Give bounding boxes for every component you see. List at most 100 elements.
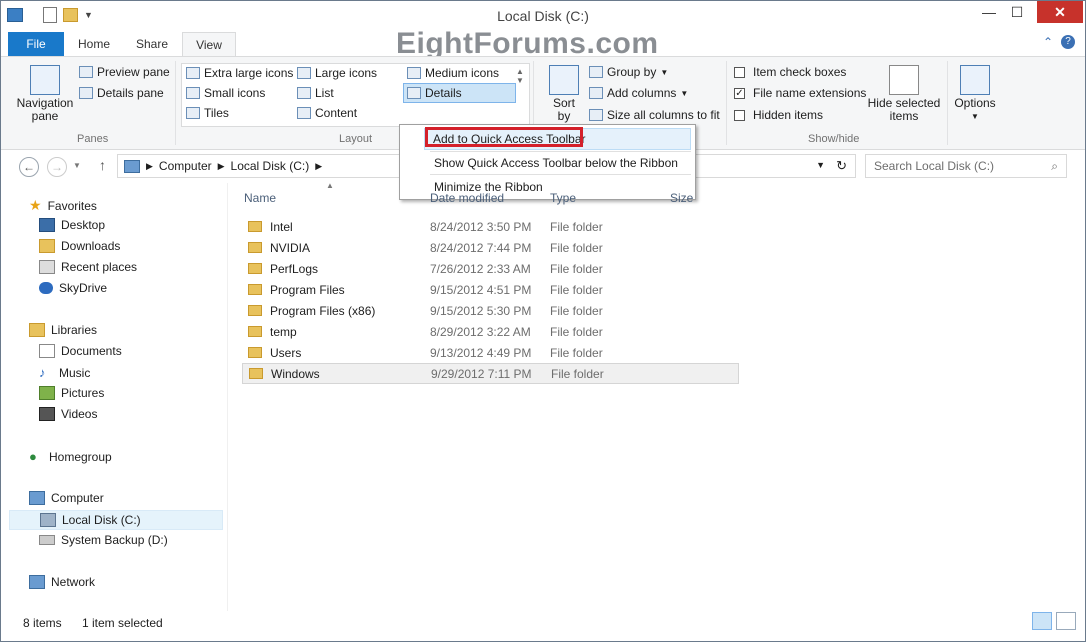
item-count: 8 items (23, 616, 62, 630)
layout-item-label: Tiles (204, 106, 229, 120)
nav-favorites[interactable]: ★ Favorites (29, 197, 97, 214)
layout-extra-large-icons[interactable]: Extra large icons (186, 66, 293, 80)
size-columns-button[interactable]: Size all columns to fit (589, 108, 720, 122)
add-columns-button[interactable]: Add columns ▼ (589, 86, 688, 100)
file-date: 9/13/2012 4:49 PM (430, 345, 532, 360)
nav-network[interactable]: Network (29, 575, 95, 589)
file-row[interactable]: NVIDIA 8/24/2012 7:44 PM File folder (242, 237, 739, 258)
nav-computer[interactable]: Computer (29, 491, 104, 505)
file-name: temp (270, 324, 297, 339)
nav-local-disk[interactable]: Local Disk (C:) (9, 510, 223, 530)
recent-locations-icon[interactable]: ▼ (73, 161, 81, 170)
nav-music[interactable]: ♪ Music (39, 365, 90, 380)
minimize-button[interactable]: — (975, 1, 1003, 23)
file-row[interactable]: PerfLogs 7/26/2012 2:33 AM File folder (242, 258, 739, 279)
column-header-date[interactable]: Date modified (430, 191, 504, 205)
maximize-button[interactable]: ☐ (1003, 1, 1031, 23)
column-header-name[interactable]: Name (244, 191, 276, 205)
computer-icon (29, 491, 45, 505)
layout-content[interactable]: Content (297, 106, 357, 120)
large-icons-view-button[interactable] (1056, 612, 1076, 630)
close-button[interactable]: ✕ (1037, 1, 1083, 23)
address-dropdown-icon[interactable]: ▼ (816, 160, 825, 170)
ribbon-collapse-icon[interactable]: ⌃ (1043, 35, 1053, 49)
pane-divider[interactable] (227, 183, 228, 611)
breadcrumb-computer[interactable]: Computer (159, 159, 212, 173)
help-icon[interactable]: ? (1061, 35, 1075, 49)
add-columns-icon (589, 87, 603, 99)
file-row[interactable]: Intel 8/24/2012 3:50 PM File folder (242, 216, 739, 237)
file-name-extensions-label: File name extensions (753, 86, 867, 100)
navigation-pane-label: Navigation pane (16, 96, 74, 123)
breadcrumb-separator-icon: ▶ (217, 160, 225, 171)
layout-scroll-icon[interactable]: ▲ ▼ (516, 67, 524, 85)
item-check-boxes-toggle[interactable]: Item check boxes (734, 65, 846, 79)
extra-large-icons-icon (186, 67, 200, 79)
file-type: File folder (550, 345, 603, 360)
file-row[interactable]: Program Files (x86) 9/15/2012 5:30 PM File… (242, 300, 739, 321)
layout-list[interactable]: List (297, 86, 334, 100)
details-pane-button[interactable]: Details pane (79, 86, 164, 100)
menu-separator (430, 151, 691, 152)
preview-pane-button[interactable]: Preview pane (79, 65, 170, 79)
layout-small-icons[interactable]: Small icons (186, 86, 265, 100)
forward-button[interactable]: → (47, 157, 67, 177)
file-date: 9/15/2012 5:30 PM (430, 303, 532, 318)
nav-downloads[interactable]: Downloads (39, 239, 120, 253)
group-by-button[interactable]: Group by ▼ (589, 65, 668, 79)
back-button[interactable]: ← (19, 157, 39, 177)
column-header-type[interactable]: Type (550, 191, 576, 205)
nav-documents[interactable]: Documents (39, 344, 122, 358)
nav-homegroup[interactable]: ● Homegroup (29, 449, 112, 464)
folder-icon (248, 263, 262, 274)
options-icon (960, 65, 990, 95)
layout-large-icons[interactable]: Large icons (297, 66, 377, 80)
refresh-icon[interactable]: ↻ (836, 158, 847, 174)
nav-libraries[interactable]: Libraries (29, 323, 97, 337)
nav-videos[interactable]: Videos (39, 407, 97, 421)
details-view-button[interactable] (1032, 612, 1052, 630)
tab-share[interactable]: Share (125, 32, 179, 56)
sort-icon (549, 65, 579, 95)
file-row[interactable]: Users 9/13/2012 4:49 PM File folder (242, 342, 739, 363)
folder-icon (248, 242, 262, 253)
up-button[interactable]: ↑ (99, 157, 106, 173)
file-row-selected[interactable]: Windows 9/29/2012 7:11 PM File folder (242, 363, 739, 384)
layout-details[interactable]: Details (403, 83, 516, 103)
menu-item-show-qat-below[interactable]: Show Quick Access Toolbar below the Ribb… (434, 156, 678, 170)
nav-desktop[interactable]: Desktop (39, 218, 105, 232)
documents-icon (39, 344, 55, 358)
tab-file[interactable]: File (8, 32, 64, 56)
layout-medium-icons[interactable]: Medium icons (407, 66, 499, 80)
content-icon (297, 107, 311, 119)
nav-recent-places[interactable]: Recent places (39, 260, 137, 274)
nav-label: Favorites (47, 198, 97, 213)
nav-label: Pictures (61, 386, 105, 400)
nav-label: System Backup (D:) (61, 533, 168, 547)
tab-view[interactable]: View (182, 32, 236, 57)
navigation-pane-button[interactable]: Navigation pane (15, 65, 75, 123)
breadcrumb-local-disk[interactable]: Local Disk (C:) (231, 159, 310, 173)
layout-tiles[interactable]: Tiles (186, 106, 229, 120)
nav-skydrive[interactable]: SkyDrive (39, 281, 107, 295)
file-type: File folder (551, 366, 604, 381)
nav-pictures[interactable]: Pictures (39, 386, 104, 400)
file-name: Intel (270, 219, 293, 234)
column-header-size[interactable]: Size (670, 191, 693, 205)
search-input[interactable]: Search Local Disk (C:) ⌕ (865, 154, 1067, 178)
highlight-box (425, 127, 583, 147)
recent-places-icon (39, 260, 55, 274)
sort-by-button[interactable]: Sort by (547, 65, 581, 123)
hide-selected-items-button[interactable]: Hide selected items (867, 65, 941, 123)
tab-home[interactable]: Home (69, 32, 119, 56)
folder-icon (248, 305, 262, 316)
hidden-items-toggle[interactable]: Hidden items (734, 108, 823, 122)
file-name: Program Files (270, 282, 345, 297)
file-row[interactable]: temp 8/29/2012 3:22 AM File folder (242, 321, 739, 342)
file-name-extensions-toggle[interactable]: ✓ File name extensions (734, 86, 866, 100)
nav-system-backup[interactable]: System Backup (D:) (39, 533, 168, 547)
nav-label: Music (59, 365, 91, 380)
layout-item-label: Large icons (315, 66, 378, 80)
file-row[interactable]: Program Files 9/15/2012 4:51 PM File folde… (242, 279, 739, 300)
options-button[interactable]: Options ▼ (953, 65, 997, 123)
